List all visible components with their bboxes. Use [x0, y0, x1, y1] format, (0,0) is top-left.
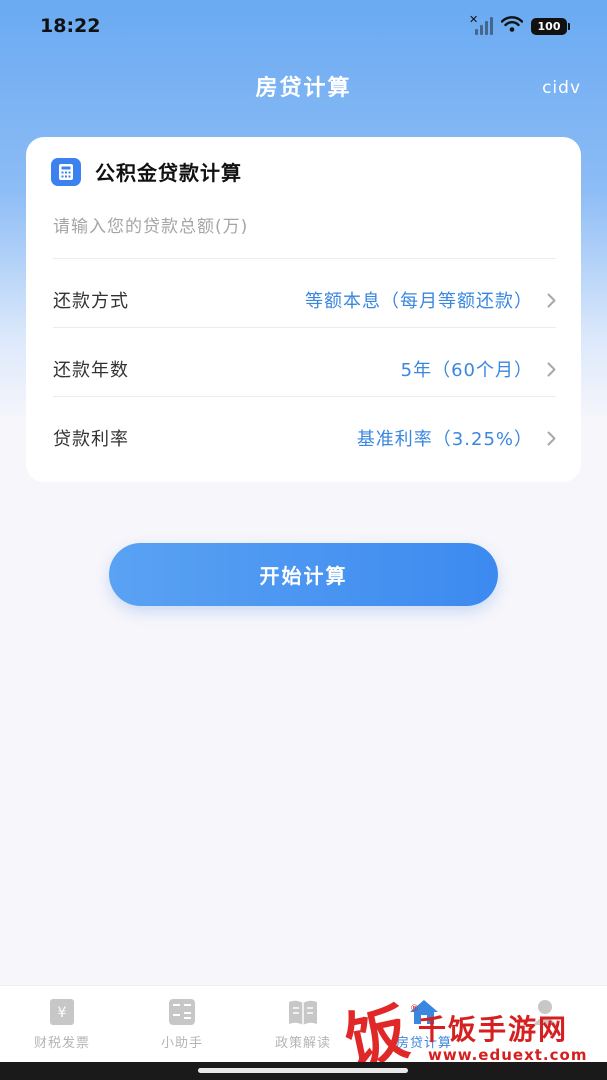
book-icon — [286, 998, 320, 1026]
card-header: 公积金贷款计算 — [51, 157, 242, 186]
site-watermark: 饭 ® 千饭手游网 www.eduext.com — [338, 994, 600, 1078]
tab-label: 政策解读 — [274, 1036, 331, 1051]
loan-amount-input[interactable] — [53, 205, 553, 249]
loan-rate-row[interactable]: 贷款利率 基准利率（3.25%） — [53, 404, 556, 472]
repayment-method-row[interactable]: 还款方式 等额本息（每月等额还款） — [53, 266, 556, 334]
status-icons: ✕ 100 — [469, 14, 570, 36]
repayment-years-value: 5年（60个月） — [400, 360, 533, 381]
battery-icon: 100 — [531, 17, 570, 35]
chevron-right-icon — [547, 362, 556, 377]
divider — [53, 258, 556, 259]
chevron-right-icon — [547, 431, 556, 446]
calculator-icon — [51, 157, 81, 186]
repayment-years-row[interactable]: 还款年数 5年（60个月） — [53, 335, 556, 403]
tab-label: 小助手 — [160, 1036, 203, 1051]
repayment-method-label: 还款方式 — [53, 291, 129, 312]
divider — [53, 327, 556, 328]
repayment-method-value: 等额本息（每月等额还款） — [305, 291, 533, 312]
watermark-title: 千饭手游网 — [418, 1013, 569, 1046]
svg-text:¥: ¥ — [58, 1005, 67, 1021]
chevron-right-icon — [547, 293, 556, 308]
loan-rate-label: 贷款利率 — [53, 429, 129, 450]
page-title: 房贷计算 — [255, 76, 352, 101]
nav-right-label[interactable]: cidv — [542, 78, 581, 98]
invoice-icon: ¥ — [45, 998, 79, 1026]
loan-rate-value: 基准利率（3.25%） — [356, 429, 533, 450]
status-time: 18:22 — [40, 15, 101, 37]
calculator-grid-icon — [165, 998, 199, 1026]
start-calculation-button[interactable]: 开始计算 — [109, 543, 498, 606]
repayment-years-label: 还款年数 — [53, 360, 129, 381]
tab-label: 财税发票 — [33, 1036, 90, 1051]
signal-icon: ✕ — [469, 14, 493, 35]
status-bar: 18:22 ✕ 100 — [0, 0, 607, 52]
home-indicator-area — [0, 1062, 607, 1080]
home-indicator[interactable] — [198, 1068, 408, 1073]
tab-assistant[interactable]: 小助手 — [127, 998, 237, 1051]
provident-fund-loan-card: 公积金贷款计算 还款方式 等额本息（每月等额还款） 还款年数 5年（60个月） … — [26, 137, 581, 482]
divider — [53, 396, 556, 397]
wifi-icon — [500, 16, 524, 36]
tab-invoice[interactable]: ¥ 财税发票 — [7, 998, 117, 1051]
card-title: 公积金贷款计算 — [95, 161, 242, 185]
